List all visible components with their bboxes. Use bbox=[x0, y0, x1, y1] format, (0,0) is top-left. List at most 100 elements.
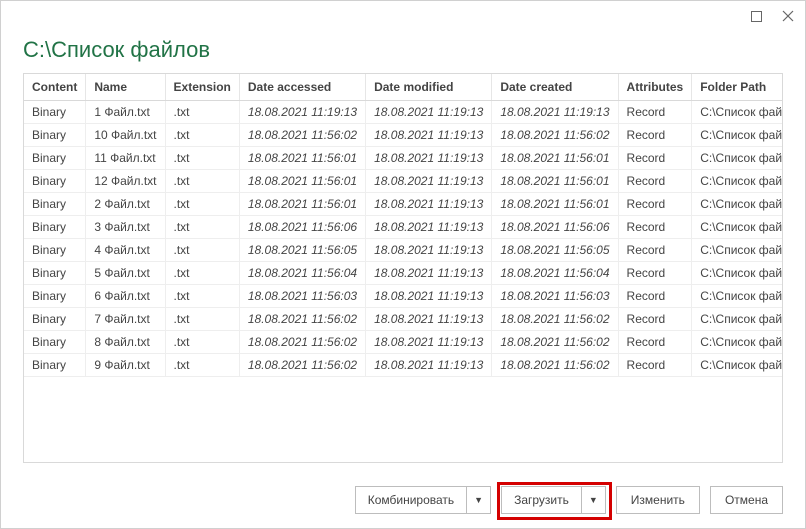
cell: Binary bbox=[24, 124, 86, 147]
cell: 18.08.2021 11:56:01 bbox=[492, 147, 618, 170]
column-header[interactable]: Extension bbox=[165, 74, 239, 101]
column-header[interactable]: Date created bbox=[492, 74, 618, 101]
cell: C:\Список файлов\ bbox=[692, 331, 783, 354]
close-button[interactable] bbox=[779, 7, 797, 25]
cell: C:\Список файлов\ bbox=[692, 308, 783, 331]
cell: 18.08.2021 11:19:13 bbox=[366, 285, 492, 308]
cell: 6 Файл.txt bbox=[86, 285, 165, 308]
column-header[interactable]: Date accessed bbox=[239, 74, 365, 101]
column-header[interactable]: Date modified bbox=[366, 74, 492, 101]
table-row[interactable]: Binary12 Файл.txt.txt18.08.2021 11:56:01… bbox=[24, 170, 783, 193]
cell: 2 Файл.txt bbox=[86, 193, 165, 216]
cancel-button[interactable]: Отмена bbox=[710, 486, 783, 514]
cell: 1 Файл.txt bbox=[86, 101, 165, 124]
cell: C:\Список файлов\ bbox=[692, 285, 783, 308]
cell: Binary bbox=[24, 193, 86, 216]
table-row[interactable]: Binary3 Файл.txt.txt18.08.2021 11:56:061… bbox=[24, 216, 783, 239]
cell: 18.08.2021 11:56:01 bbox=[239, 170, 365, 193]
cell: C:\Список файлов\ bbox=[692, 216, 783, 239]
chevron-down-icon[interactable]: ▼ bbox=[581, 487, 605, 513]
cell: Record bbox=[618, 216, 692, 239]
cell: 18.08.2021 11:19:13 bbox=[366, 124, 492, 147]
table-row[interactable]: Binary1 Файл.txt.txt18.08.2021 11:19:131… bbox=[24, 101, 783, 124]
cell: 18.08.2021 11:19:13 bbox=[366, 147, 492, 170]
column-header[interactable]: Attributes bbox=[618, 74, 692, 101]
cell: 18.08.2021 11:56:06 bbox=[239, 216, 365, 239]
cell: Record bbox=[618, 124, 692, 147]
cell: C:\Список файлов\ bbox=[692, 147, 783, 170]
page-title: C:\Список файлов bbox=[1, 31, 805, 73]
cell: 18.08.2021 11:56:06 bbox=[492, 216, 618, 239]
cell: Record bbox=[618, 101, 692, 124]
combine-label: Комбинировать bbox=[356, 493, 466, 507]
table-row[interactable]: Binary4 Файл.txt.txt18.08.2021 11:56:051… bbox=[24, 239, 783, 262]
cell: .txt bbox=[165, 262, 239, 285]
close-icon bbox=[782, 10, 794, 22]
cell: 18.08.2021 11:19:13 bbox=[366, 262, 492, 285]
cell: Binary bbox=[24, 239, 86, 262]
table-row[interactable]: Binary5 Файл.txt.txt18.08.2021 11:56:041… bbox=[24, 262, 783, 285]
cell: Binary bbox=[24, 285, 86, 308]
cell: Binary bbox=[24, 262, 86, 285]
cell: 18.08.2021 11:19:13 bbox=[366, 331, 492, 354]
cell: .txt bbox=[165, 239, 239, 262]
cell: C:\Список файлов\ bbox=[692, 354, 783, 377]
maximize-button[interactable] bbox=[747, 7, 765, 25]
cell: Record bbox=[618, 239, 692, 262]
cell: C:\Список файлов\ bbox=[692, 101, 783, 124]
cell: 10 Файл.txt bbox=[86, 124, 165, 147]
maximize-icon bbox=[751, 11, 762, 22]
column-header[interactable]: Folder Path bbox=[692, 74, 783, 101]
cell: 18.08.2021 11:56:02 bbox=[492, 308, 618, 331]
cell: C:\Список файлов\ bbox=[692, 239, 783, 262]
cell: 18.08.2021 11:56:05 bbox=[239, 239, 365, 262]
table-row[interactable]: Binary11 Файл.txt.txt18.08.2021 11:56:01… bbox=[24, 147, 783, 170]
edit-button[interactable]: Изменить bbox=[616, 486, 700, 514]
cell: Binary bbox=[24, 331, 86, 354]
cell: 18.08.2021 11:56:02 bbox=[492, 124, 618, 147]
table-row[interactable]: Binary10 Файл.txt.txt18.08.2021 11:56:02… bbox=[24, 124, 783, 147]
cancel-label: Отмена bbox=[711, 493, 782, 507]
cell: .txt bbox=[165, 354, 239, 377]
cell: 18.08.2021 11:19:13 bbox=[366, 101, 492, 124]
cell: 18.08.2021 11:56:04 bbox=[492, 262, 618, 285]
cell: 18.08.2021 11:19:13 bbox=[366, 216, 492, 239]
cell: 18.08.2021 11:56:02 bbox=[239, 354, 365, 377]
cell: 5 Файл.txt bbox=[86, 262, 165, 285]
cell: Binary bbox=[24, 216, 86, 239]
cell: Record bbox=[618, 262, 692, 285]
cell: .txt bbox=[165, 101, 239, 124]
cell: 18.08.2021 11:56:05 bbox=[492, 239, 618, 262]
cell: 18.08.2021 11:19:13 bbox=[366, 239, 492, 262]
edit-label: Изменить bbox=[617, 493, 699, 507]
cell: 18.08.2021 11:56:01 bbox=[239, 193, 365, 216]
cell: 9 Файл.txt bbox=[86, 354, 165, 377]
cell: Record bbox=[618, 170, 692, 193]
table-row[interactable]: Binary9 Файл.txt.txt18.08.2021 11:56:021… bbox=[24, 354, 783, 377]
cell: 18.08.2021 11:56:01 bbox=[492, 193, 618, 216]
cell: C:\Список файлов\ bbox=[692, 124, 783, 147]
column-header[interactable]: Name bbox=[86, 74, 165, 101]
cell: .txt bbox=[165, 147, 239, 170]
cell: .txt bbox=[165, 331, 239, 354]
cell: 18.08.2021 11:56:04 bbox=[239, 262, 365, 285]
cell: Record bbox=[618, 331, 692, 354]
table-row[interactable]: Binary2 Файл.txt.txt18.08.2021 11:56:011… bbox=[24, 193, 783, 216]
load-button[interactable]: Загрузить ▼ bbox=[501, 486, 606, 514]
cell: 18.08.2021 11:19:13 bbox=[366, 308, 492, 331]
cell: .txt bbox=[165, 193, 239, 216]
combine-button[interactable]: Комбинировать ▼ bbox=[355, 486, 491, 514]
chevron-down-icon[interactable]: ▼ bbox=[466, 487, 490, 513]
cell: 11 Файл.txt bbox=[86, 147, 165, 170]
data-preview-table[interactable]: ContentNameExtensionDate accessedDate mo… bbox=[23, 73, 783, 463]
cell: .txt bbox=[165, 170, 239, 193]
column-header[interactable]: Content bbox=[24, 74, 86, 101]
cell: Record bbox=[618, 147, 692, 170]
cell: C:\Список файлов\ bbox=[692, 262, 783, 285]
table-row[interactable]: Binary8 Файл.txt.txt18.08.2021 11:56:021… bbox=[24, 331, 783, 354]
cell: 18.08.2021 11:56:01 bbox=[492, 170, 618, 193]
cell: 4 Файл.txt bbox=[86, 239, 165, 262]
cell: .txt bbox=[165, 285, 239, 308]
table-row[interactable]: Binary7 Файл.txt.txt18.08.2021 11:56:021… bbox=[24, 308, 783, 331]
table-row[interactable]: Binary6 Файл.txt.txt18.08.2021 11:56:031… bbox=[24, 285, 783, 308]
